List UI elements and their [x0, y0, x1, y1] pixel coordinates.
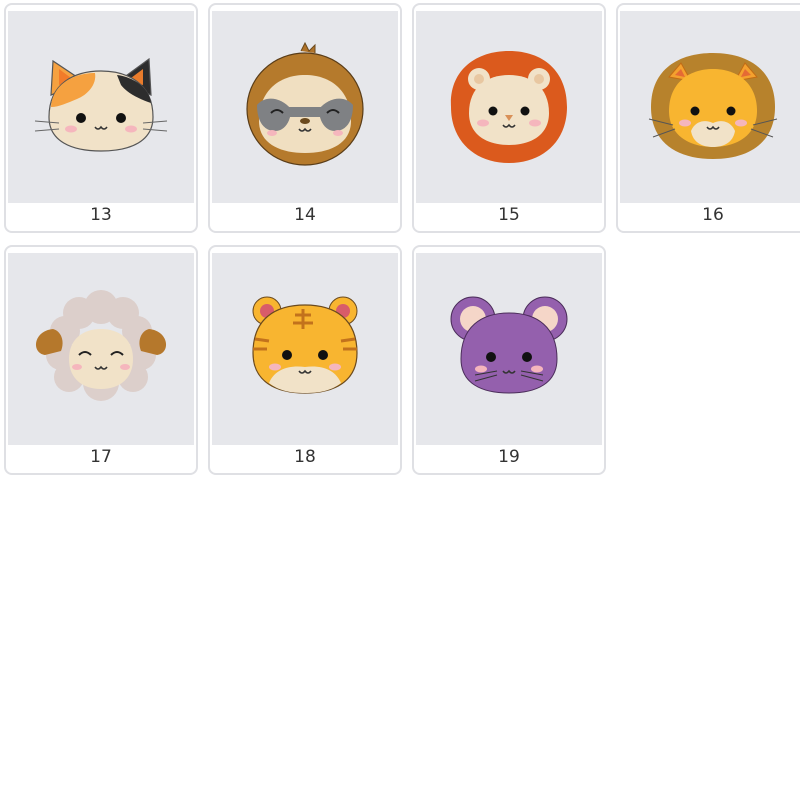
calico-cat-face-icon [34, 57, 168, 152]
gallery-card-lion-red[interactable]: 15 [412, 3, 606, 233]
card-number: 16 [702, 205, 724, 225]
card-thumbnail [416, 253, 602, 445]
tiger-face-icon [252, 296, 358, 394]
card-number: 14 [294, 205, 316, 225]
sheep-face-icon [35, 290, 167, 401]
card-number: 13 [90, 205, 112, 225]
card-thumbnail [8, 11, 194, 203]
gallery-card-cat[interactable]: 13 [4, 3, 198, 233]
card-number: 17 [90, 447, 112, 467]
card-number: 19 [498, 447, 520, 467]
card-number: 18 [294, 447, 316, 467]
card-thumbnail [8, 253, 194, 445]
card-thumbnail [620, 11, 800, 203]
card-number: 15 [498, 205, 520, 225]
gallery-card-tiger[interactable]: 18 [208, 245, 402, 475]
purple-mouse-face-icon [450, 296, 568, 394]
lion-face-brown-mane-icon [648, 53, 778, 159]
card-thumbnail [212, 253, 398, 445]
card-thumbnail [212, 11, 398, 203]
gallery-card-sheep[interactable]: 17 [4, 245, 198, 475]
card-thumbnail [416, 11, 602, 203]
gallery-card-sloth[interactable]: 14 [208, 3, 402, 233]
sloth-face-icon [246, 41, 364, 166]
lion-face-red-mane-icon [450, 51, 567, 163]
gallery-card-mouse[interactable]: 19 [412, 245, 606, 475]
gallery-card-lion-brown[interactable]: 16 [616, 3, 800, 233]
